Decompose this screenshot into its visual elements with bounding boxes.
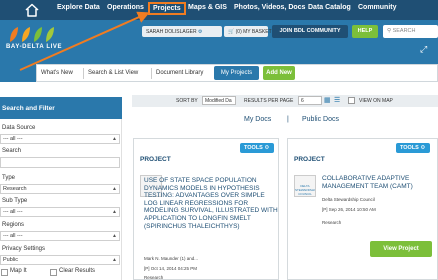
map-it-checkbox[interactable] bbox=[1, 269, 8, 276]
projects-subnav: What's New Search & List View Document L… bbox=[36, 64, 438, 82]
select-arrow-icon: ▲ bbox=[112, 233, 117, 239]
select-arrow-icon: ▲︎ bbox=[112, 136, 117, 142]
subnav-divider bbox=[83, 68, 84, 79]
type-label: Type bbox=[2, 175, 16, 181]
card-date: [P] Sep 26, 2014 10:50 AM bbox=[322, 207, 376, 212]
regions-select[interactable]: --- all --- ▲ bbox=[0, 231, 120, 241]
results-per-page-select[interactable]: 6 bbox=[298, 96, 322, 105]
home-icon[interactable] bbox=[24, 2, 40, 18]
type-select[interactable]: Research ▲ bbox=[0, 184, 120, 194]
nav-maps-gis[interactable]: Maps & GIS bbox=[188, 4, 227, 11]
sort-by-label: SORT BY bbox=[176, 98, 198, 104]
tools-button[interactable]: TOOLS ⚙ bbox=[396, 143, 430, 153]
card-date: [P] Oct 14, 2014 04:25 PM bbox=[144, 266, 198, 271]
subnav-divider bbox=[151, 68, 152, 79]
nav-explore-data[interactable]: Explore Data bbox=[57, 4, 100, 11]
top-nav: Explore Data Operations Projects Maps & … bbox=[0, 0, 438, 20]
sort-by-select[interactable]: Modified Da bbox=[202, 96, 236, 105]
select-arrow-icon: ▲ bbox=[112, 186, 117, 192]
data-source-label: Data Source bbox=[2, 125, 36, 131]
tools-label: TOOLS bbox=[244, 145, 263, 151]
view-on-map-checkbox[interactable] bbox=[348, 97, 355, 104]
card-title[interactable]: USE OF STATE SPACE POPULATION DYNAMICS M… bbox=[144, 177, 278, 230]
search-label: Search bbox=[2, 148, 22, 154]
nav-data-catalog[interactable]: Data Catalog bbox=[308, 4, 351, 11]
select-arrow-icon: ▲ bbox=[112, 209, 117, 215]
logo-text: BAY-DELTA LIVE bbox=[6, 44, 63, 50]
nav-photos-videos-docs[interactable]: Photos, Videos, Docs bbox=[234, 4, 305, 11]
subtype-select[interactable]: --- all --- ▲ bbox=[0, 207, 120, 217]
basket-button[interactable]: 🛒 (0) MY BASKET bbox=[224, 26, 272, 37]
results-per-page-value: 6 bbox=[301, 98, 304, 104]
privacy-select[interactable]: Public ▲ bbox=[0, 255, 120, 265]
card-category: Research bbox=[144, 275, 164, 280]
user-name: SARAH DOLISLAGER bbox=[146, 29, 197, 35]
map-it-label: Map It bbox=[10, 268, 27, 274]
subtype-value: --- all --- bbox=[3, 209, 23, 215]
card-category: Research bbox=[322, 220, 342, 225]
regions-label: Regions bbox=[2, 222, 25, 228]
list-view-icon[interactable]: ☰ bbox=[334, 96, 340, 104]
card-thumbnail-text: DELTA STEWARDSHIP COUNCIL bbox=[295, 184, 316, 196]
nav-operations[interactable]: Operations bbox=[107, 4, 144, 11]
card-thumbnail[interactable]: DELTA STEWARDSHIP COUNCIL bbox=[294, 175, 316, 197]
basket-icon: 🛒 bbox=[228, 29, 235, 35]
subtype-label: Sub Type bbox=[2, 198, 28, 204]
sort-bar: SORT BY Modified Da RESULTS PER PAGE 6 ▦… bbox=[132, 95, 438, 107]
help-button[interactable]: HELP bbox=[352, 25, 378, 38]
tab-public-docs[interactable]: Public Docs bbox=[302, 116, 339, 123]
tools-button[interactable]: TOOLS ⚙ bbox=[240, 143, 274, 153]
grid-view-icon[interactable]: ▦ bbox=[324, 96, 331, 104]
card-author: Delta Stewardship Council bbox=[322, 197, 375, 202]
subnav-search-list[interactable]: Search & List View bbox=[88, 70, 138, 76]
nav-community[interactable]: Community bbox=[358, 4, 397, 11]
clear-results-checkbox[interactable] bbox=[50, 269, 57, 276]
join-community-button[interactable]: JOIN BDL COMMUNITY bbox=[272, 25, 348, 38]
project-card[interactable]: TOOLS ⚙ PROJECT USE OF STATE SPACE POPUL… bbox=[133, 138, 279, 280]
results-per-page-label: RESULTS PER PAGE bbox=[244, 98, 294, 104]
gear-icon: ⚙ bbox=[420, 145, 426, 151]
basket-label: (0) MY BASKET bbox=[235, 29, 272, 35]
sidebar-title: Search and Filter bbox=[0, 97, 122, 119]
type-value: Research bbox=[3, 186, 27, 192]
subnav-my-projects[interactable]: My Projects bbox=[214, 66, 259, 80]
tools-label: TOOLS bbox=[400, 145, 419, 151]
search-input[interactable]: ⚲ SEARCH bbox=[383, 25, 438, 38]
privacy-label: Privacy Settings bbox=[2, 246, 46, 252]
sidebar-search-input[interactable] bbox=[0, 157, 120, 168]
user-menu-button[interactable]: SARAH DOLISLAGER ⚙ bbox=[142, 26, 222, 37]
clear-results-label: Clear Results bbox=[59, 268, 96, 274]
search-icon: ⚲ bbox=[387, 28, 392, 34]
tab-my-docs[interactable]: My Docs bbox=[244, 116, 271, 123]
regions-value: --- all --- bbox=[3, 233, 23, 239]
nav-projects[interactable]: Projects bbox=[148, 2, 186, 15]
card-type: PROJECT bbox=[140, 156, 171, 163]
subnav-whats-new[interactable]: What's New bbox=[41, 70, 73, 76]
filter-sidebar: Search and Filter Data Source --- all --… bbox=[0, 97, 122, 280]
logo[interactable] bbox=[8, 26, 62, 43]
search-placeholder: SEARCH bbox=[392, 28, 416, 34]
gear-icon: ⚙ bbox=[264, 145, 270, 151]
subnav-document-library[interactable]: Document Library bbox=[156, 70, 203, 76]
subnav-add-new[interactable]: Add New bbox=[263, 66, 295, 80]
card-title[interactable]: COLLABORATIVE ADAPTIVE MANAGEMENT TEAM (… bbox=[322, 175, 434, 190]
card-type: PROJECT bbox=[294, 156, 325, 163]
data-source-select[interactable]: --- all --- ▲︎ bbox=[0, 134, 120, 144]
sort-by-value: Modified Da bbox=[205, 98, 232, 104]
gear-icon: ⚙ bbox=[197, 29, 203, 35]
view-project-button[interactable]: View Project bbox=[370, 241, 432, 257]
expand-arrows-icon[interactable]: ⤢ bbox=[420, 44, 427, 55]
view-on-map-label: VIEW ON MAP bbox=[359, 98, 393, 104]
privacy-value: Public bbox=[3, 257, 18, 263]
data-source-value: --- all --- bbox=[3, 136, 23, 142]
card-author: Mark N. Maunder (1) and... bbox=[144, 256, 199, 261]
project-card[interactable]: TOOLS ⚙ PROJECT DELTA STEWARDSHIP COUNCI… bbox=[287, 138, 438, 280]
select-arrow-icon: ▲ bbox=[112, 257, 117, 263]
tab-separator: | bbox=[287, 116, 289, 123]
